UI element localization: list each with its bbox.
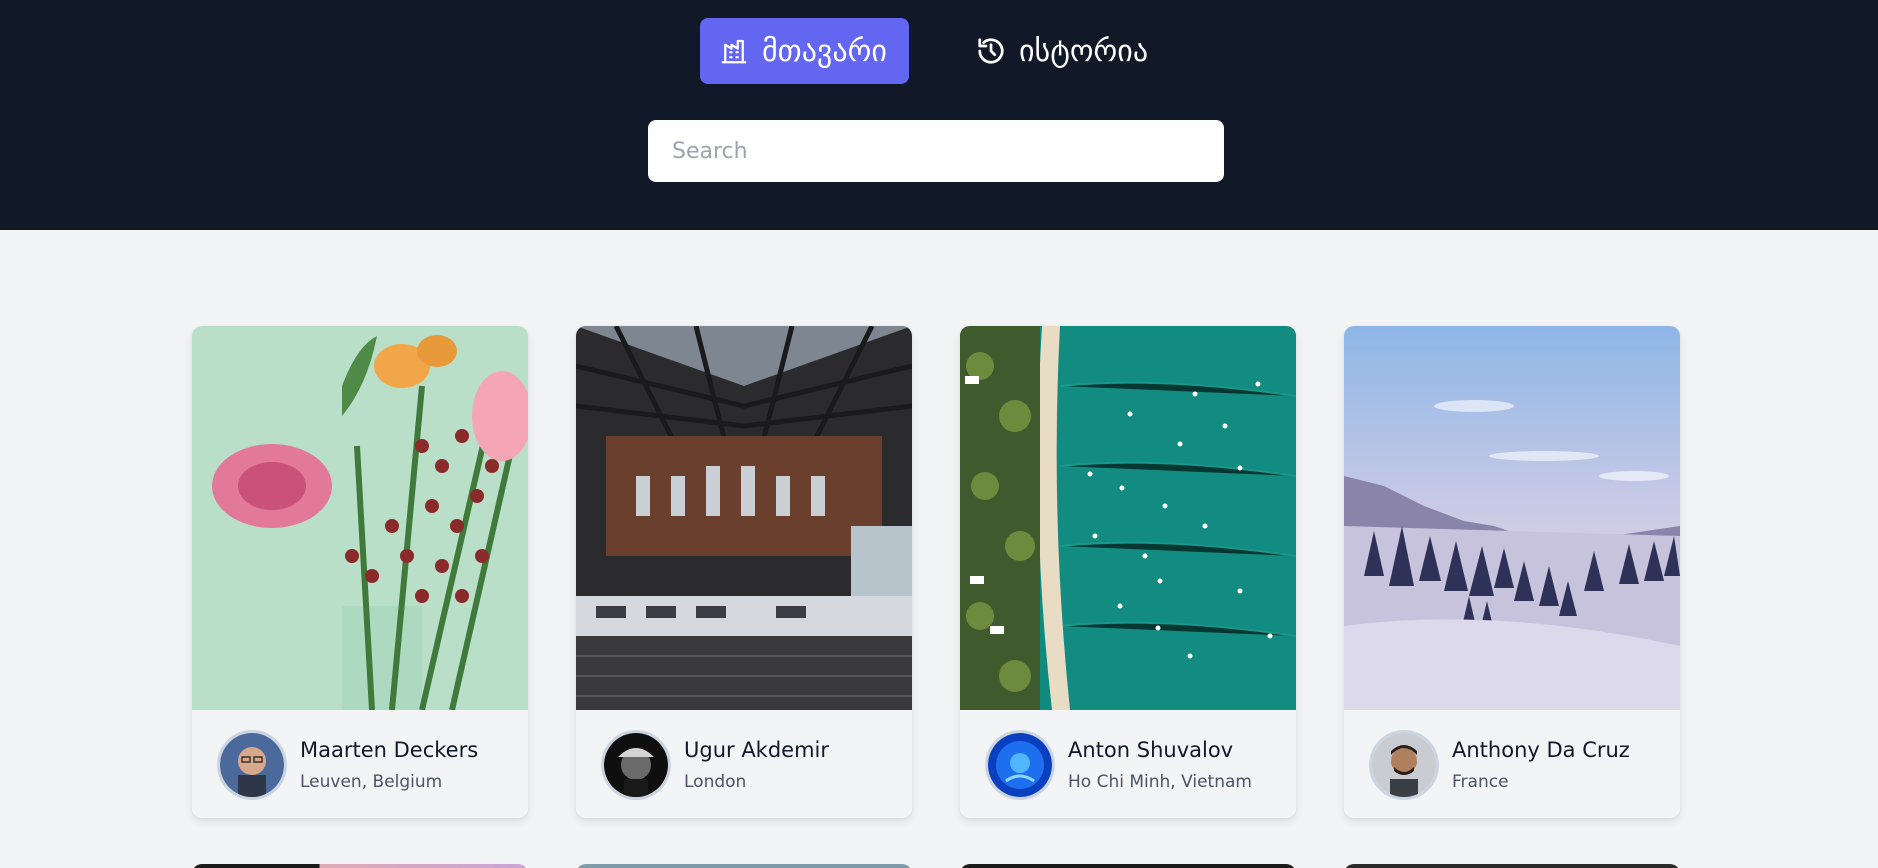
photographer-name: Ugur Akdemir — [684, 738, 830, 762]
nav-home-label: მთავარი — [762, 33, 887, 69]
photographer-location: Leuven, Belgium — [300, 772, 443, 792]
photographer-location: London — [684, 772, 747, 792]
search-input[interactable] — [648, 120, 1224, 182]
photo-card[interactable]: Ugur Akdemir London — [576, 326, 912, 818]
nav-history-button[interactable]: ისტორია — [960, 18, 1180, 84]
photo-card[interactable]: Maarten Deckers Leuven, Belgium — [192, 326, 528, 818]
photo-card[interactable]: Anthony Da Cruz France — [1344, 326, 1680, 818]
nav-history-label: ისტორია — [1019, 33, 1149, 69]
photo-card-partial[interactable] — [192, 864, 528, 868]
photographer-location: Ho Chi Minh, Vietnam — [1068, 772, 1252, 792]
photo-image-flowers — [192, 326, 528, 710]
photo-image-station — [576, 326, 912, 710]
photo-image-snow-mountains — [1344, 326, 1680, 710]
card-footer: Ugur Akdemir London — [576, 710, 912, 818]
photographer-location: France — [1452, 772, 1509, 792]
avatar[interactable] — [985, 730, 1055, 800]
photographer-name: Maarten Deckers — [300, 738, 479, 762]
photo-card-partial[interactable] — [1344, 864, 1680, 868]
factory-icon — [718, 35, 750, 67]
card-footer: Maarten Deckers Leuven, Belgium — [192, 710, 528, 818]
photographer-name: Anthony Da Cruz — [1452, 738, 1630, 762]
history-icon — [975, 35, 1007, 67]
photographer-name: Anton Shuvalov — [1068, 738, 1234, 762]
avatar[interactable] — [217, 730, 287, 800]
header: მთავარი ისტორია — [0, 0, 1878, 230]
avatar[interactable] — [1369, 730, 1439, 800]
card-footer: Anthony Da Cruz France — [1344, 710, 1680, 818]
avatar[interactable] — [601, 730, 671, 800]
card-footer: Anton Shuvalov Ho Chi Minh, Vietnam — [960, 710, 1296, 818]
nav-home-button[interactable]: მთავარი — [700, 18, 909, 84]
photo-image-beach — [960, 326, 1296, 710]
photo-card[interactable]: Anton Shuvalov Ho Chi Minh, Vietnam — [960, 326, 1296, 818]
photo-card-partial[interactable] — [576, 864, 912, 868]
photo-card-partial[interactable] — [960, 864, 1296, 868]
